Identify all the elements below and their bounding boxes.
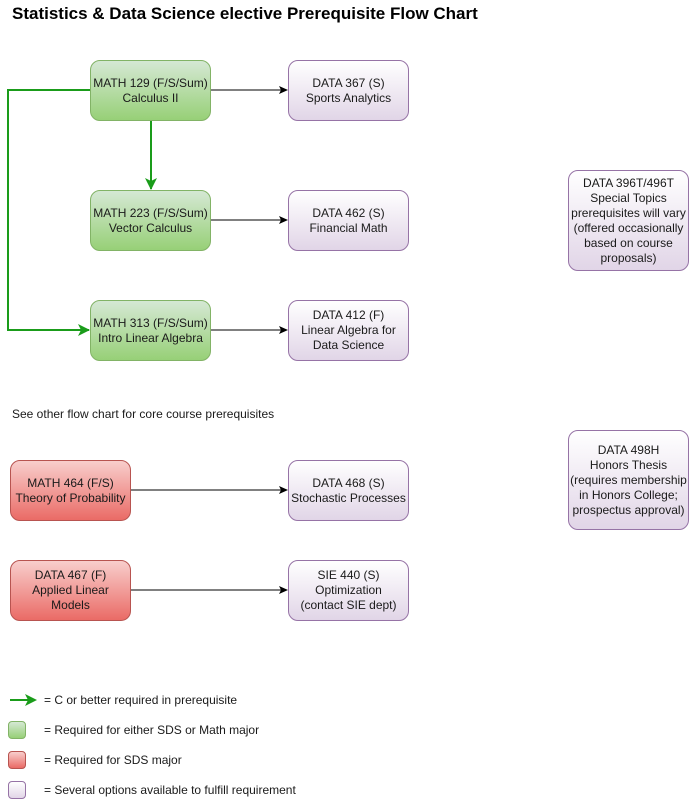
red-swatch-icon: [8, 751, 26, 769]
node-title: Honors Thesis: [589, 457, 668, 472]
node-code: DATA 396T/496T: [583, 175, 674, 190]
node-code: SIE 440 (S): [317, 568, 380, 582]
green-arrow-icon: [8, 693, 38, 707]
node-title: Intro Linear Algebra: [98, 330, 203, 345]
node-math-313: MATH 313 (F/S/Sum) Intro Linear Algebra: [90, 300, 211, 361]
node-code: DATA 498H: [597, 442, 660, 457]
core-prereq-note: See other flow chart for core course pre…: [12, 407, 275, 421]
legend-label: = Required for SDS major: [44, 753, 182, 767]
legend-label: = C or better required in prerequisite: [44, 693, 238, 707]
node-data-498h: DATA 498H Honors Thesis (requires member…: [568, 430, 689, 530]
node-detail: proposals): [600, 250, 657, 265]
node-title-cont: Models: [51, 598, 90, 612]
node-title: Applied Linear: [32, 583, 109, 597]
node-detail: prerequisites will vary: [571, 205, 686, 220]
node-title: Optimization: [315, 583, 382, 597]
node-title: Theory of Probability: [15, 490, 126, 505]
node-math-129: MATH 129 (F/S/Sum) Calculus II: [90, 60, 211, 121]
node-title: Financial Math: [309, 220, 388, 235]
node-data-468: DATA 468 (S) Stochastic Processes: [288, 460, 409, 521]
node-detail: (contact SIE dept): [300, 598, 397, 612]
node-data-367: DATA 367 (S) Sports Analytics: [288, 60, 409, 121]
node-detail: prospectus approval): [572, 502, 685, 517]
node-title: Special Topics: [590, 190, 667, 205]
node-code: DATA 467 (F): [34, 568, 107, 582]
node-detail: (requires membership: [570, 472, 687, 487]
node-math-464: MATH 464 (F/S) Theory of Probability: [10, 460, 131, 521]
node-sie-440: SIE 440 (S) Optimization (contact SIE de…: [288, 560, 409, 621]
legend-purple-item: = Several options available to fulfill r…: [8, 779, 296, 801]
node-code: MATH 464 (F/S): [27, 475, 114, 490]
node-math-223: MATH 223 (F/S/Sum) Vector Calculus: [90, 190, 211, 251]
node-title: Stochastic Processes: [291, 490, 406, 505]
legend-red-item: = Required for SDS major: [8, 749, 182, 771]
node-data-412: DATA 412 (F) Linear Algebra for Data Sci…: [288, 300, 409, 361]
node-title: Linear Algebra for: [301, 323, 396, 337]
node-code: MATH 223 (F/S/Sum): [93, 205, 208, 220]
node-title: Sports Analytics: [305, 90, 392, 105]
node-code: DATA 468 (S): [312, 475, 385, 490]
purple-swatch-icon: [8, 781, 26, 799]
node-data-462: DATA 462 (S) Financial Math: [288, 190, 409, 251]
legend-arrow-item: = C or better required in prerequisite: [8, 689, 237, 711]
node-data-467: DATA 467 (F) Applied Linear Models: [10, 560, 131, 621]
node-code: DATA 462 (S): [312, 205, 385, 220]
node-code: MATH 129 (F/S/Sum): [93, 75, 208, 90]
legend-green-item: = Required for either SDS or Math major: [8, 719, 259, 741]
node-code: DATA 367 (S): [312, 75, 385, 90]
node-title: Calculus II: [122, 90, 179, 105]
node-code: DATA 412 (F): [312, 308, 385, 322]
legend-label: = Several options available to fulfill r…: [44, 783, 296, 797]
node-code: MATH 313 (F/S/Sum): [93, 315, 208, 330]
edge-math129-math313: [7, 89, 90, 336]
green-swatch-icon: [8, 721, 26, 739]
node-detail: based on course: [584, 235, 673, 250]
node-title: Vector Calculus: [108, 220, 193, 235]
node-data-396t-496t: DATA 396T/496T Special Topics prerequisi…: [568, 170, 689, 271]
page-title: Statistics & Data Science elective Prere…: [12, 4, 478, 23]
legend-label: = Required for either SDS or Math major: [44, 723, 260, 737]
node-detail: (offered occasionally: [573, 220, 684, 235]
node-title-cont: Data Science: [312, 338, 385, 352]
node-detail: in Honors College;: [579, 487, 678, 502]
